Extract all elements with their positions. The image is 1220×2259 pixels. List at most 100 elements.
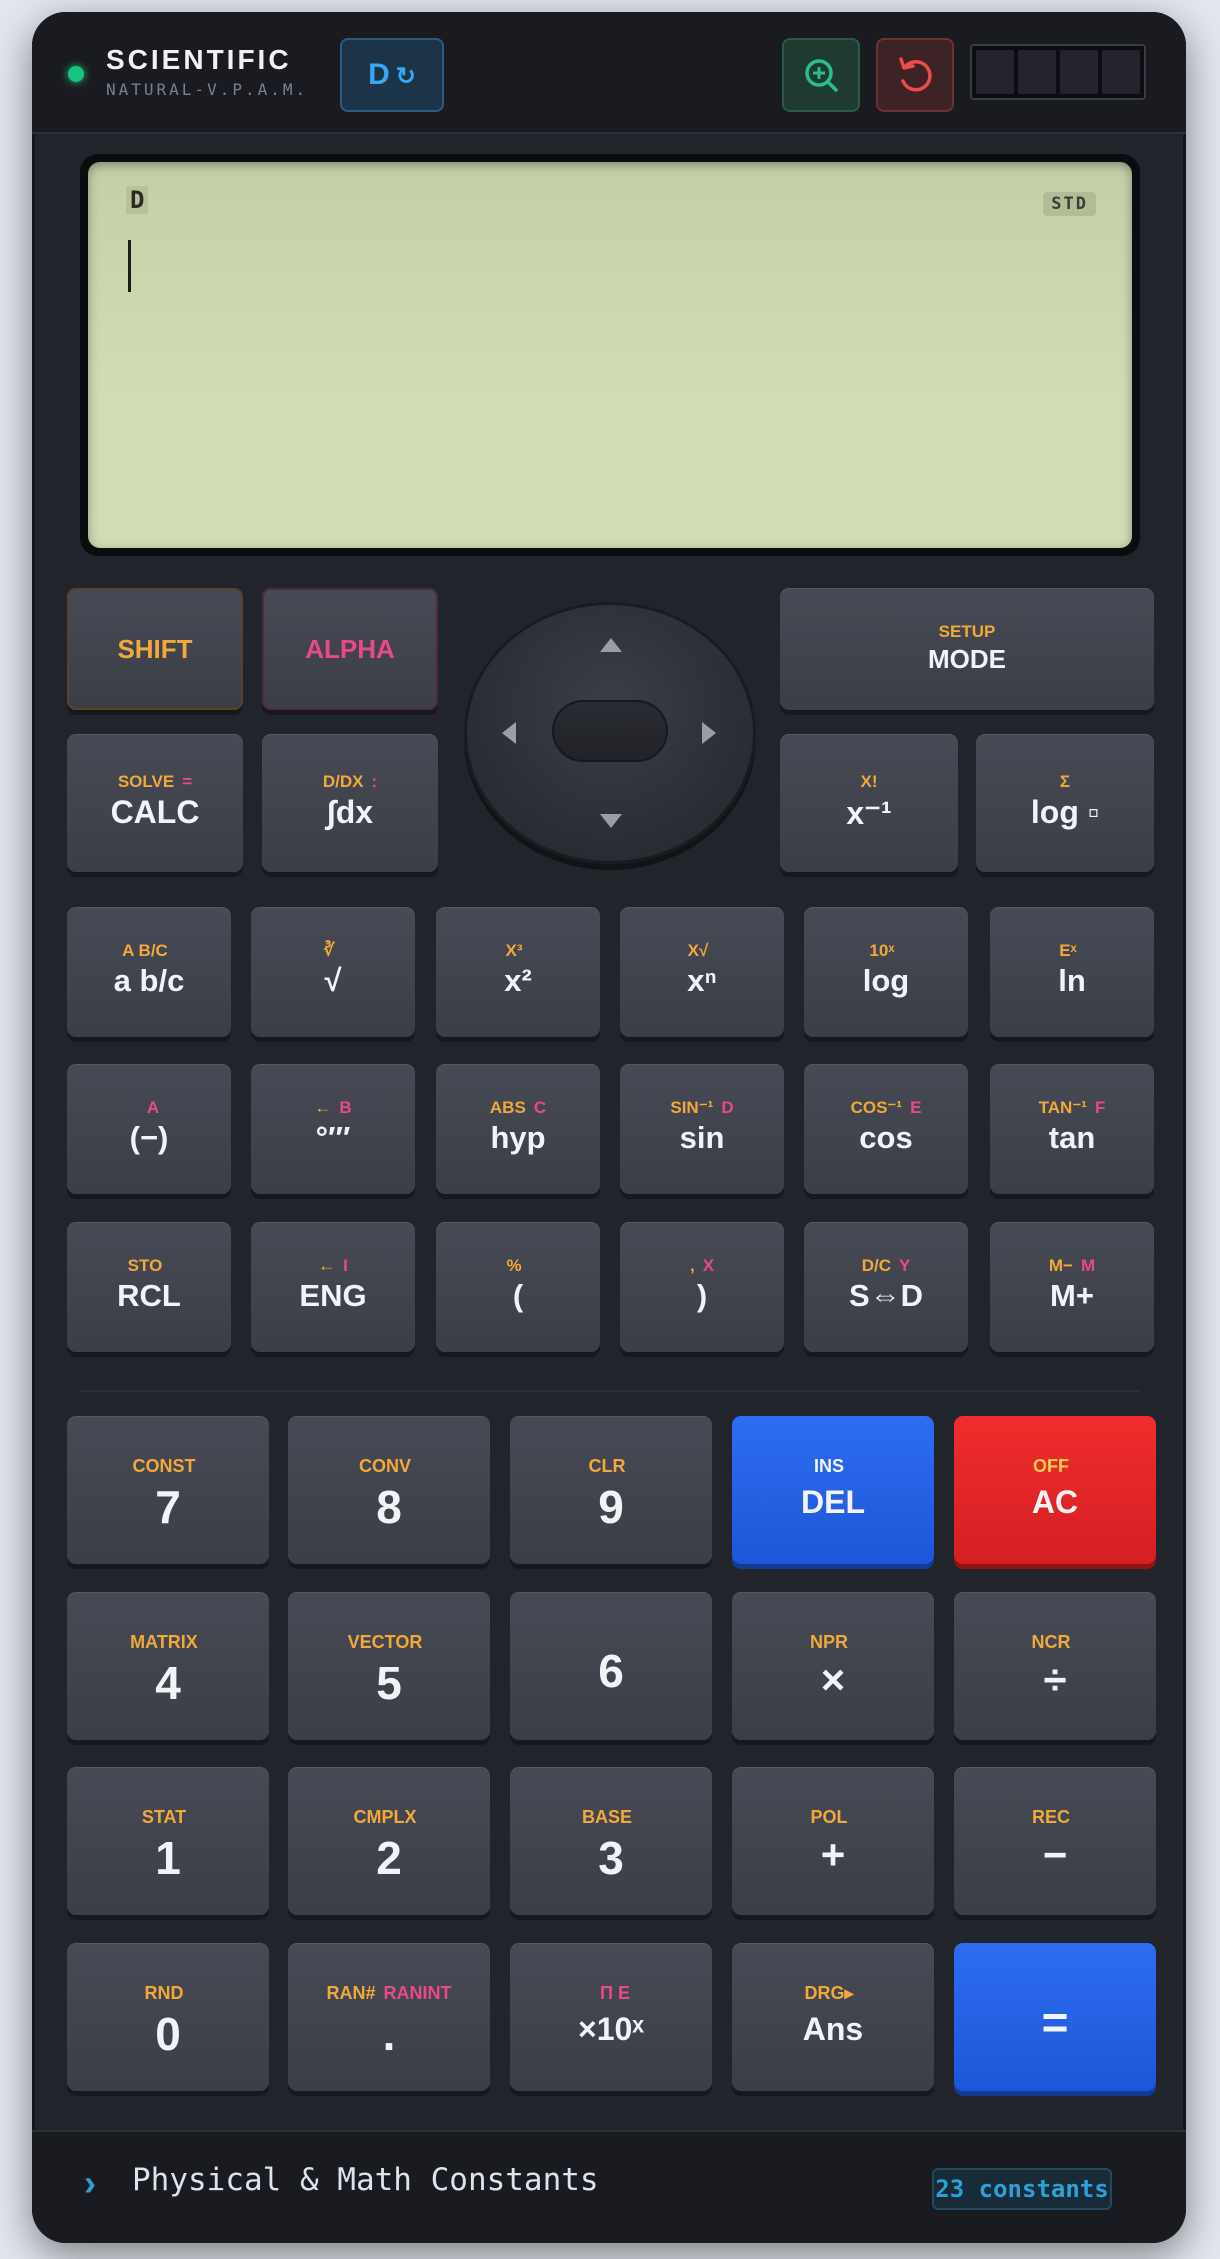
key-label: 4 [155,1657,181,1709]
subtract-key[interactable]: REC − [954,1767,1156,1915]
key-shift-label: CONST [132,1456,196,1476]
zoom-in-icon [805,59,838,92]
key-shift-label: D/C Y [861,1256,911,1275]
key-shift-label: ABS C [489,1098,547,1117]
key-label: √ [324,963,342,998]
key-label: . [382,2008,396,2060]
all-clear-key[interactable]: OFF AC [954,1416,1156,1564]
key-shift-label: COS⁻¹ E [850,1098,922,1117]
key-shift-label: Π E [599,1983,630,2003]
solar-cell [1102,50,1140,94]
arrow-up-icon[interactable] [600,638,622,652]
answer-key[interactable]: DRG▸ Ans [732,1943,934,2091]
tan-key[interactable]: TAN⁻¹ F tan [990,1064,1154,1194]
angle-mode-button[interactable]: D ↻ [340,38,444,112]
power-led [68,66,84,82]
chevron-right-icon: › [84,2162,96,2203]
key-label: − [1042,1831,1068,1878]
sin-key[interactable]: SIN⁻¹ D sin [620,1064,784,1194]
equals-key[interactable]: = [954,1943,1156,2091]
root-key[interactable]: ∛ √ [251,907,415,1037]
key-label: ∫dx [326,794,374,830]
key-shift-label: STO [127,1256,163,1275]
key-label: S⇔D [848,1278,924,1313]
shift-key[interactable]: SHIFT [67,588,243,710]
arrow-right-icon[interactable] [702,722,716,744]
directional-pad[interactable] [464,602,756,864]
close-paren-key[interactable]: , X) [620,1222,784,1352]
hyp-key[interactable]: ABS C hyp [436,1064,600,1194]
fraction-key[interactable]: A B/C a b/c [67,907,231,1037]
mode-key[interactable]: SETUP MODE [780,588,1154,710]
degree-key[interactable]: ← B °′″ [251,1064,415,1194]
digit-9-key[interactable]: CLR 9 [510,1416,712,1564]
digit-0-key[interactable]: RND 0 [67,1943,269,2091]
digit-2-key[interactable]: CMPLX 2 [288,1767,490,1915]
calculator-body: SCIENTIFIC NATURAL-V.P.A.M. D ↻ D STD SH… [32,12,1186,2243]
key-shift-label: BASE [581,1807,632,1827]
log-base-key[interactable]: Σ log ▫ [976,734,1154,872]
open-paren-key[interactable]: %( [436,1222,600,1352]
digit-8-key[interactable]: CONV 8 [288,1416,490,1564]
decimal-key[interactable]: RAN# RANINT. [288,1943,490,2091]
key-label: °′″ [315,1120,351,1155]
divide-key[interactable]: NCR ÷ [954,1592,1156,1740]
log10-key[interactable]: 10ˣ log [804,907,968,1037]
arrow-down-icon[interactable] [600,814,622,828]
digit-5-key[interactable]: VECTOR 5 [288,1592,490,1740]
dpad-center-button[interactable] [552,700,668,762]
power-key[interactable]: X√ xⁿ [620,907,784,1037]
format-indicator: STD [1043,192,1096,216]
input-cursor [128,240,131,292]
rcl-key[interactable]: STO RCL [67,1222,231,1352]
key-label: log [862,963,910,998]
delete-key[interactable]: INS DEL [732,1416,934,1564]
digit-3-key[interactable]: BASE 3 [510,1767,712,1915]
square-key[interactable]: X³ x² [436,907,600,1037]
key-label: a b/c [113,963,185,998]
digit-7-key[interactable]: CONST 7 [67,1416,269,1564]
arrow-left-icon[interactable] [502,722,516,744]
negate-key[interactable]: A (−) [67,1064,231,1194]
angle-indicator: D [126,186,149,214]
solar-cell [976,50,1014,94]
key-label: AC [1031,1484,1079,1520]
digit-6-key[interactable]: 6 [510,1592,712,1740]
key-shift-label: A B/C [122,941,168,960]
zoom-button[interactable] [782,38,860,112]
key-label: ln [1058,963,1086,998]
key-shift-label: CMPLX [353,1807,417,1827]
key-label: CALC [110,794,200,830]
solar-cell [1060,50,1098,94]
alpha-key[interactable]: ALPHA [262,588,438,710]
cycle-icon: ↻ [395,63,416,90]
reset-button[interactable] [876,38,954,112]
display-frame: D STD [80,154,1140,556]
multiply-key[interactable]: NPR × [732,1592,934,1740]
digit-4-key[interactable]: MATRIX 4 [67,1592,269,1740]
constants-title: Physical & Math Constants [132,2162,599,2198]
key-shift-label: 10ˣ [869,941,895,960]
key-label: log ▫ [1030,794,1100,830]
key-label: 5 [376,1657,402,1709]
key-label: 9 [598,1481,624,1533]
key-label: sin [679,1120,725,1155]
key-label: 0 [155,2008,181,2060]
calc-key[interactable]: SOLVE = CALC [67,734,243,872]
key-shift-label: MATRIX [130,1632,198,1652]
key-shift-label: REC [1031,1807,1070,1827]
digit-1-key[interactable]: STAT 1 [67,1767,269,1915]
s-d-toggle-key[interactable]: D/C Y S⇔D [804,1222,968,1352]
exponent-key[interactable]: Π E ×10ˣ [510,1943,712,2091]
key-label: ( [512,1278,524,1313]
eng-key[interactable]: ← I ENG [251,1222,415,1352]
ln-key[interactable]: Eˣ ln [990,907,1154,1037]
constants-panel-toggle[interactable]: › Physical & Math Constants 23 constants [32,2130,1186,2243]
reciprocal-key[interactable]: X! x⁻¹ [780,734,958,872]
integral-key[interactable]: D/DX: ∫dx [262,734,438,872]
alpha-label: ALPHA [305,634,395,664]
key-label: 8 [376,1481,402,1533]
cos-key[interactable]: COS⁻¹ E cos [804,1064,968,1194]
add-key[interactable]: POL + [732,1767,934,1915]
m-plus-key[interactable]: M− M M+ [990,1222,1154,1352]
